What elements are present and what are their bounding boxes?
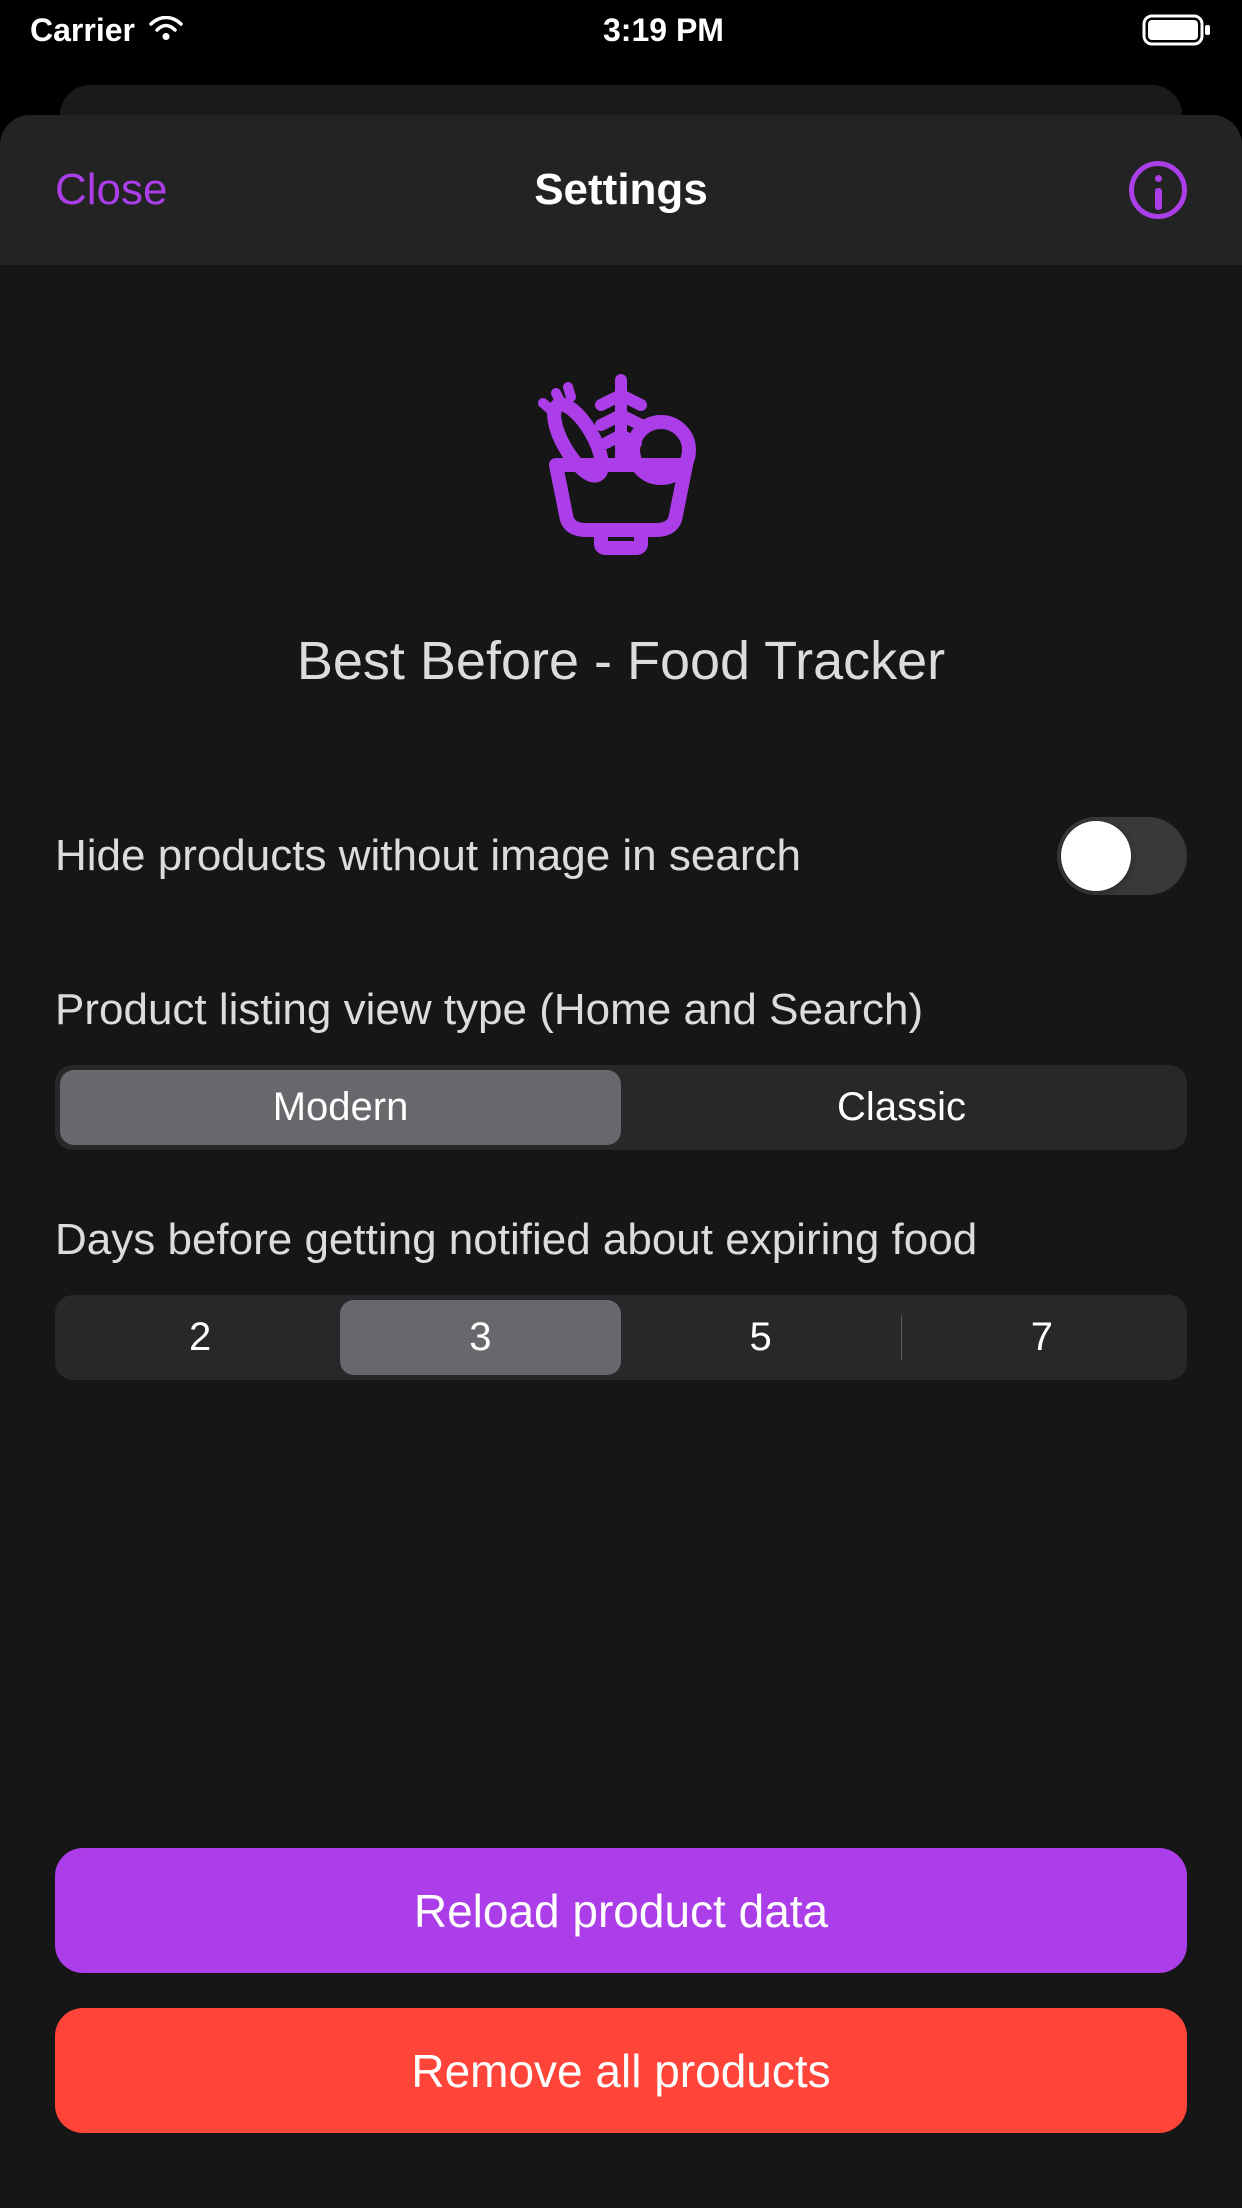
segment-5-days[interactable]: 5 [621,1300,901,1375]
view-type-section: Product listing view type (Home and Sear… [55,985,1187,1150]
status-right [1142,14,1212,46]
segment-3-days[interactable]: 3 [340,1300,620,1375]
status-bar: Carrier 3:19 PM [0,0,1242,60]
status-left: Carrier [30,12,185,49]
segment-modern[interactable]: Modern [60,1070,621,1145]
settings-modal: Close Settings Best Before - Food Tracke… [0,115,1242,2208]
segment-classic[interactable]: Classic [621,1070,1182,1145]
hide-products-toggle[interactable] [1057,817,1187,895]
toggle-knob [1061,821,1131,891]
days-label: Days before getting notified about expir… [55,1215,1187,1265]
days-section: Days before getting notified about expir… [55,1215,1187,1380]
segment-2-days[interactable]: 2 [60,1300,340,1375]
app-header: Best Before - Food Tracker [55,265,1187,792]
status-time: 3:19 PM [603,12,724,49]
carrier-label: Carrier [30,12,135,49]
days-segmented-control: 2 3 5 7 [55,1295,1187,1380]
info-button[interactable] [1129,161,1187,219]
wifi-icon [147,16,185,44]
battery-icon [1142,14,1212,46]
action-buttons: Reload product data Remove all products [55,1848,1187,2208]
reload-button[interactable]: Reload product data [55,1848,1187,1973]
page-title: Settings [534,165,708,215]
segment-7-days[interactable]: 7 [902,1300,1182,1375]
remove-all-button[interactable]: Remove all products [55,2008,1187,2133]
app-title: Best Before - Food Tracker [297,630,945,692]
close-button[interactable]: Close [55,165,168,215]
hide-products-label: Hide products without image in search [55,831,801,881]
salad-bowl-icon [506,345,736,580]
nav-bar: Close Settings [0,115,1242,265]
view-type-label: Product listing view type (Home and Sear… [55,985,1187,1035]
content: Best Before - Food Tracker Hide products… [0,265,1242,1380]
hide-products-setting: Hide products without image in search [55,792,1187,920]
view-type-segmented-control: Modern Classic [55,1065,1187,1150]
